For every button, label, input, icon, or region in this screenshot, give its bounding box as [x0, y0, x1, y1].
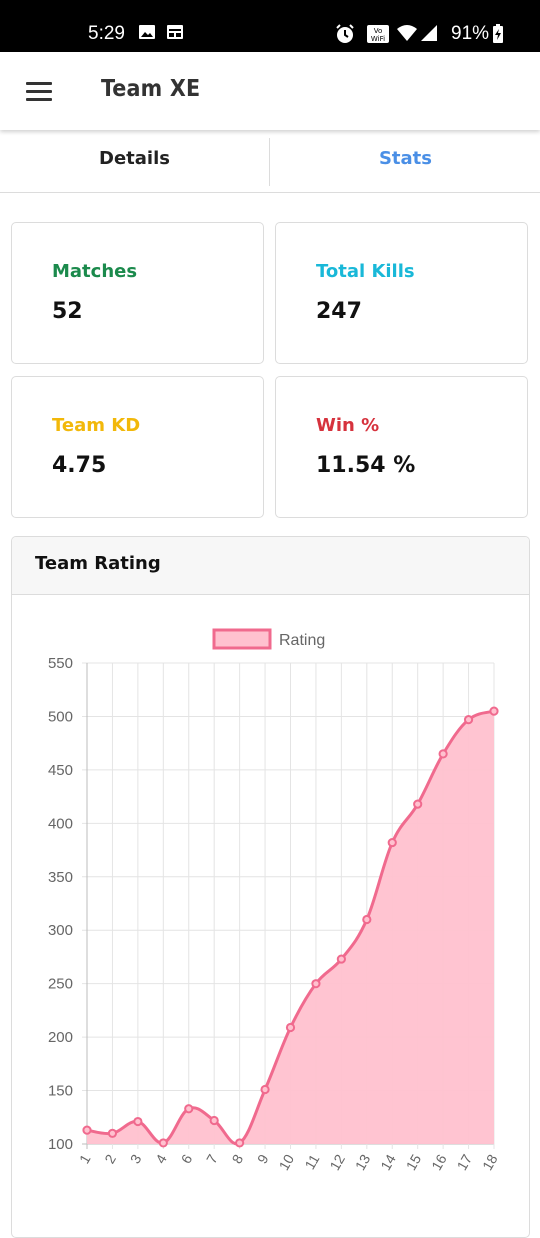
rating-data-point — [387, 837, 397, 848]
team-kd-label: Team KD — [52, 415, 141, 436]
win-pct-card: Win % 11.54 % — [275, 376, 528, 518]
calendar-icon — [166, 24, 184, 45]
x-tick-label: 16 — [428, 1151, 450, 1173]
rating-data-point — [362, 914, 372, 925]
x-tick-label: 8 — [228, 1151, 246, 1166]
win-pct-label: Win % — [316, 415, 380, 436]
rating-data-point — [260, 1084, 270, 1095]
rating-data-point — [438, 749, 448, 759]
rating-data-point — [235, 1138, 245, 1148]
rating-data-point — [311, 979, 321, 989]
rating-data-point — [336, 954, 346, 964]
y-tick-label: 250 — [48, 976, 73, 993]
rating-data-point — [285, 1022, 296, 1033]
svg-text:WiFi: WiFi — [371, 35, 385, 43]
y-tick-label: 550 — [48, 655, 73, 672]
battery-charging-icon — [492, 24, 504, 49]
team-kd-value: 4.75 — [52, 453, 107, 478]
rating-data-point — [413, 799, 423, 809]
x-tick-label: 11 — [301, 1151, 322, 1172]
y-tick-label: 400 — [48, 815, 73, 832]
rating-data-point — [463, 715, 474, 725]
wifi-icon — [396, 24, 418, 47]
x-tick-label: 18 — [479, 1151, 501, 1173]
total-kills-value: 247 — [316, 299, 362, 324]
x-tick-label: 4 — [152, 1151, 170, 1166]
x-tick-label: 1 — [76, 1151, 94, 1166]
x-tick-label: 6 — [178, 1151, 196, 1166]
clock: 5:29 — [88, 23, 125, 44]
rating-data-point — [209, 1115, 219, 1126]
rating-chart: 1001502002503003504004505005501 2 3 4 6 7 8 9 10… — [48, 628, 501, 1173]
y-tick-label: 150 — [48, 1083, 73, 1100]
y-tick-label: 100 — [48, 1136, 73, 1153]
x-tick-label: 10 — [275, 1151, 297, 1173]
y-tick-label: 200 — [48, 1029, 73, 1046]
x-tick-label: 9 — [254, 1151, 272, 1166]
matches-value: 52 — [52, 299, 83, 324]
tab-bar: Details Stats — [0, 134, 540, 193]
team-rating-card: Team Rating 100 150 200 250 300 350 400 450 500 5… — [11, 536, 530, 1238]
y-tick-label: 450 — [48, 762, 73, 779]
tab-divider — [269, 138, 270, 186]
x-tick-label: 7 — [203, 1151, 221, 1166]
x-tick-label: 12 — [326, 1151, 348, 1173]
rating-data-point — [107, 1128, 118, 1138]
x-tick-label: 17 — [454, 1151, 476, 1173]
battery-level: 91% — [451, 23, 490, 44]
signal-icon — [420, 24, 438, 47]
menu-icon[interactable] — [26, 82, 52, 102]
x-tick-label: 14 — [377, 1151, 399, 1173]
x-tick-label: 13 — [352, 1151, 374, 1173]
total-kills-card: Total Kills 247 — [275, 222, 528, 364]
x-tick-label: 3 — [127, 1151, 145, 1166]
total-kills-label: Total Kills — [316, 261, 415, 282]
x-tick-label: 2 — [101, 1151, 119, 1166]
matches-label: Matches — [52, 261, 138, 282]
rating-data-point — [158, 1138, 168, 1148]
rating-data-point — [184, 1104, 194, 1114]
app-bar: Team XE — [0, 52, 540, 130]
rating-data-point — [82, 1125, 92, 1135]
matches-card: Matches 52 — [11, 222, 264, 364]
status-bar: 5:29 Vo WiFi 91% — [0, 0, 540, 52]
page-title: Team XE — [101, 76, 201, 102]
wifi-calling-icon: Vo WiFi — [366, 24, 390, 49]
y-tick-label: 500 — [48, 708, 73, 725]
tab-stats[interactable]: Stats — [271, 134, 540, 192]
tab-details[interactable]: Details — [0, 134, 269, 192]
rating-data-point — [133, 1116, 143, 1127]
alarm-icon — [335, 24, 355, 49]
legend-label: Rating — [279, 632, 325, 649]
x-tick-label: 15 — [403, 1151, 425, 1173]
rating-data-point — [489, 706, 499, 716]
legend-swatch — [212, 628, 272, 650]
svg-text:Vo: Vo — [374, 27, 383, 35]
team-kd-card: Team KD 4.75 — [11, 376, 264, 518]
image-icon — [138, 24, 156, 45]
y-tick-label: 300 — [48, 922, 73, 939]
y-tick-label: 350 — [48, 869, 73, 886]
win-pct-value: 11.54 % — [316, 453, 416, 478]
